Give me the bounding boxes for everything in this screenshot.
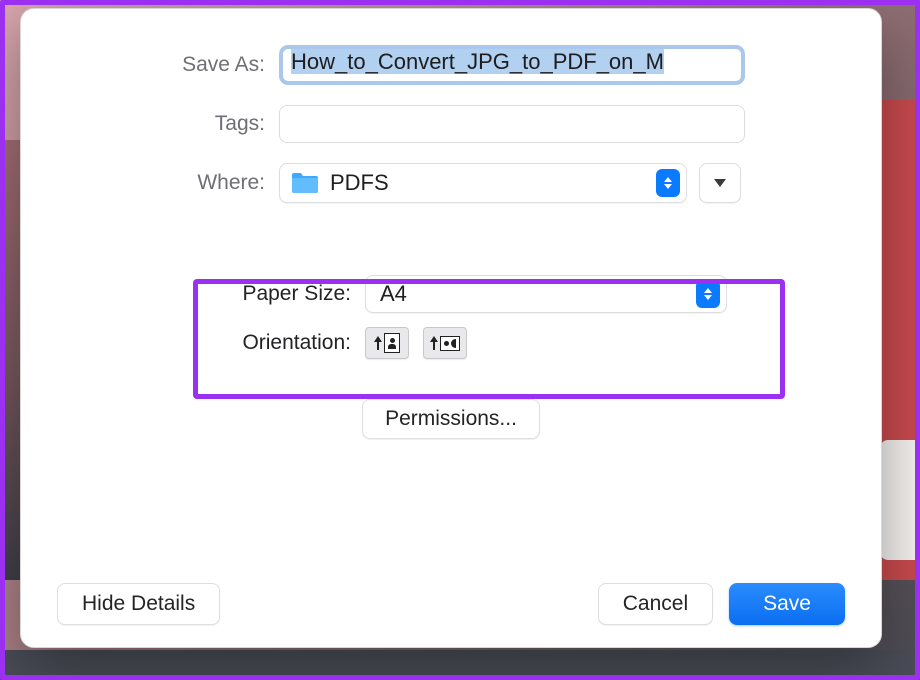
arrow-up-icon — [374, 336, 382, 350]
save-button[interactable]: Save — [729, 583, 845, 625]
paper-size-value: A4 — [380, 281, 696, 307]
updown-icon — [656, 169, 680, 197]
where-select[interactable]: PDFS — [279, 163, 687, 203]
orientation-portrait-button[interactable] — [365, 327, 409, 359]
where-folder-name: PDFS — [330, 170, 656, 196]
portrait-page-icon — [384, 333, 400, 353]
folder-icon — [290, 171, 320, 195]
dialog-footer: Hide Details Cancel Save — [21, 583, 881, 625]
orientation-landscape-button[interactable] — [423, 327, 467, 359]
permissions-button[interactable]: Permissions... — [362, 399, 540, 439]
paper-size-select[interactable]: A4 — [365, 275, 727, 313]
tags-label: Tags: — [21, 112, 279, 136]
save-dialog: Save As: How_to_Convert_JPG_to_PDF_on_M … — [20, 8, 882, 648]
chevron-down-icon — [714, 179, 726, 187]
cancel-button[interactable]: Cancel — [598, 583, 713, 625]
landscape-page-icon — [440, 336, 460, 351]
orientation-label: Orientation: — [21, 331, 365, 355]
paper-size-label: Paper Size: — [21, 282, 365, 306]
save-as-input[interactable]: How_to_Convert_JPG_to_PDF_on_M — [279, 45, 745, 85]
updown-icon — [696, 280, 720, 308]
where-label: Where: — [21, 171, 279, 195]
save-as-value: How_to_Convert_JPG_to_PDF_on_M — [291, 49, 664, 74]
hide-details-button[interactable]: Hide Details — [57, 583, 220, 625]
expand-location-button[interactable] — [699, 163, 741, 203]
tags-input[interactable] — [279, 105, 745, 143]
save-as-label: Save As: — [21, 53, 279, 77]
arrow-up-icon — [430, 336, 438, 350]
